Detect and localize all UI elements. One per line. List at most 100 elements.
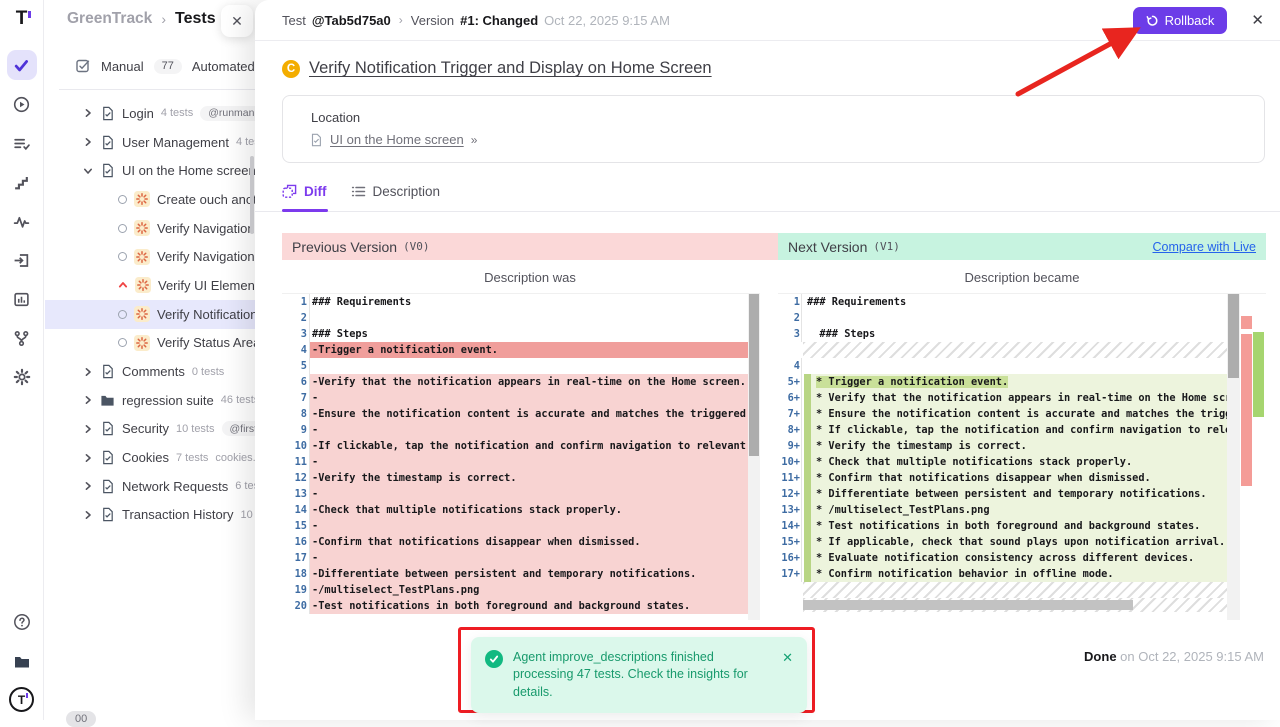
added-gutter	[804, 550, 811, 566]
tab-manual[interactable]: Manual	[101, 59, 144, 74]
left-pane-caption: Description was	[282, 270, 778, 285]
previous-version-title: Previous Version	[292, 239, 397, 255]
diff-line: 2	[282, 310, 748, 326]
line-number: 6	[282, 374, 310, 390]
tree-row[interactable]: User Management4 tests	[45, 128, 255, 157]
tree-label: Verify Navigation to	[157, 221, 255, 236]
line-text: * Differentiate between persistent and t…	[811, 486, 1227, 502]
tree-row[interactable]: Verify UI Elements o	[45, 271, 255, 300]
tab-description[interactable]: Description	[351, 184, 441, 199]
profile-avatar[interactable]: T	[9, 687, 34, 712]
tree-row[interactable]: Login4 tests@runmanu	[45, 99, 255, 128]
line-number: 13+	[778, 502, 802, 518]
tree-row[interactable]: Security10 tests@first	[45, 415, 255, 444]
compare-with-live-link[interactable]: Compare with Live	[1152, 240, 1256, 254]
spinner-icon	[134, 191, 150, 207]
line-number: 14	[282, 502, 310, 518]
tests-check-icon[interactable]	[7, 50, 37, 80]
report-chart-icon[interactable]	[7, 284, 37, 314]
tab-automated[interactable]: Automated	[192, 59, 255, 74]
diff-line: 11-	[282, 454, 748, 470]
caret-right-icon[interactable]	[83, 481, 93, 491]
location-link[interactable]: UI on the Home screen	[330, 132, 464, 147]
status-circle-icon	[118, 338, 127, 347]
line-number: 15+	[778, 534, 802, 550]
tab-diff[interactable]: Diff	[282, 184, 327, 199]
tree-row[interactable]: Verify Status Area a	[45, 329, 255, 358]
manual-checkbox-icon	[75, 58, 91, 74]
diff-line: 13+* /multiselect_TestPlans.png	[778, 502, 1227, 518]
line-number: 16	[282, 534, 310, 550]
diff-line: 4	[778, 358, 1227, 374]
line-number: 18	[282, 566, 310, 582]
tree-row[interactable]: Transaction History10 tests	[45, 501, 255, 530]
added-gutter	[804, 374, 811, 390]
rollback-button[interactable]: Rollback	[1133, 7, 1228, 34]
panel-close-button[interactable]: ✕	[221, 5, 253, 37]
line-text: -Test notifications in both foreground a…	[310, 598, 748, 614]
added-gutter	[804, 454, 811, 470]
tree-row[interactable]: Comments0 tests	[45, 357, 255, 386]
next-version-title: Next Version	[788, 239, 867, 255]
modal-close-icon[interactable]: ✕	[1251, 11, 1264, 29]
diff-line: 14-Check that multiple notifications sta…	[282, 502, 748, 518]
tree-row[interactable]: Cookies7 testscookies.c	[45, 443, 255, 472]
line-text: ### Steps	[802, 326, 1227, 342]
line-text: * Check that multiple notifications stac…	[811, 454, 1227, 470]
diff-line: 2	[778, 310, 1227, 326]
caret-right-icon[interactable]	[83, 510, 93, 520]
toast-close-icon[interactable]: ✕	[782, 650, 793, 701]
diff-line: 4-Trigger a notification event.	[282, 342, 748, 358]
tree-row[interactable]: Create ouch another	[45, 185, 255, 214]
line-number: 3	[778, 326, 802, 342]
checklist-icon[interactable]	[7, 128, 37, 158]
caret-right-icon[interactable]	[83, 137, 93, 147]
diff-line: 10+* Check that multiple notifications s…	[778, 454, 1227, 470]
spinner-icon	[135, 277, 151, 293]
tree-row[interactable]: Network Requests6 tests	[45, 472, 255, 501]
diff-line: 9+* Verify the timestamp is correct.	[778, 438, 1227, 454]
tree-row[interactable]: regression suite46 tests	[45, 386, 255, 415]
help-icon[interactable]	[7, 607, 37, 637]
modal-breadcrumb-test-id[interactable]: @Tab5d75a0	[312, 13, 391, 28]
right-pane-scrollbar[interactable]	[1227, 294, 1240, 620]
status-circle-icon	[118, 252, 127, 261]
projects-folder-icon[interactable]	[7, 647, 37, 677]
diff-line: 9-	[282, 422, 748, 438]
caret-right-icon[interactable]	[83, 424, 93, 434]
doc-icon	[100, 479, 115, 494]
git-fork-icon[interactable]	[7, 323, 37, 353]
caret-right-icon[interactable]	[83, 453, 93, 463]
app-logo[interactable]: T	[16, 8, 28, 38]
activity-icon[interactable]	[7, 206, 37, 236]
location-label: Location	[311, 110, 360, 125]
caret-right-icon[interactable]	[83, 108, 93, 118]
line-text	[802, 310, 1227, 326]
horizontal-scrollbar[interactable]	[803, 598, 1227, 612]
added-gutter	[804, 534, 811, 550]
steps-icon[interactable]	[7, 167, 37, 197]
tree-row[interactable]: Verify Notification T	[45, 300, 255, 329]
status-circle-icon	[118, 310, 127, 319]
changed-status-icon: C	[282, 60, 300, 78]
tree-row[interactable]: Verify Navigation to	[45, 242, 255, 271]
test-tree: Login4 tests@runmanuUser Management4 tes…	[45, 99, 255, 529]
caret-right-icon[interactable]	[83, 395, 93, 405]
breadcrumb-page[interactable]: Tests	[175, 10, 216, 28]
caret-down-icon[interactable]	[83, 166, 93, 176]
tree-row[interactable]: Verify Navigation to	[45, 214, 255, 243]
diff-line: 1### Requirements	[778, 294, 1227, 310]
tree-meta: 10 tests	[176, 423, 215, 435]
left-pane-scrollbar[interactable]	[748, 294, 760, 620]
tree-row[interactable]: UI on the Home screen	[45, 156, 255, 185]
line-number: 17+	[778, 566, 802, 582]
sign-in-icon[interactable]	[7, 245, 37, 275]
tree-scrollbar[interactable]	[250, 156, 254, 234]
caret-up-icon[interactable]	[118, 280, 128, 290]
line-number: 16+	[778, 550, 802, 566]
runs-play-icon[interactable]	[7, 89, 37, 119]
diff-icon	[282, 184, 297, 199]
breadcrumb-brand[interactable]: GreenTrack	[67, 10, 152, 28]
caret-right-icon[interactable]	[83, 367, 93, 377]
settings-gear-icon[interactable]	[7, 362, 37, 392]
